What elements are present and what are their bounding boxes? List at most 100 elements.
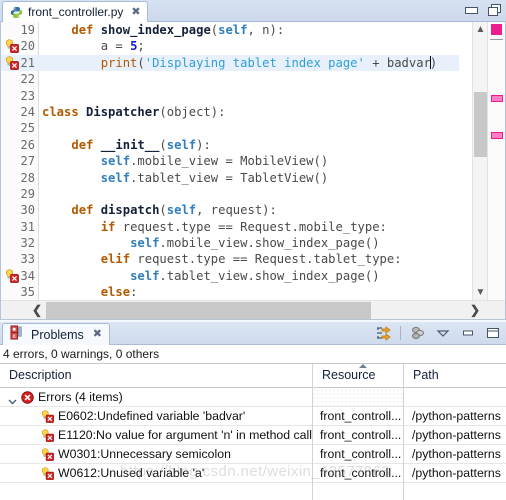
code-line[interactable]: 27 self.mobile_view = MobileView(): [1, 153, 459, 169]
scroll-up-icon[interactable]: ▲: [473, 22, 488, 37]
scroll-down-icon[interactable]: ▼: [473, 285, 488, 300]
column-header-description[interactable]: Description: [0, 364, 312, 387]
code-line[interactable]: 20 a = 5;: [1, 38, 459, 54]
code-text: self.mobile_view.show_index_page(): [130, 236, 380, 251]
problems-view-icon: x: [10, 324, 25, 345]
error-quickfix-icon[interactable]: [4, 39, 21, 54]
editor-window-buttons: [464, 3, 502, 17]
scroll-left-icon[interactable]: ❮: [27, 301, 47, 319]
code-text: self.tablet_view = TabletView(): [100, 170, 329, 185]
line-number: 33: [20, 252, 35, 267]
problems-view: x Problems ✖ 4 errors, 0 warnings, 0 oth…: [0, 322, 506, 500]
line-number: 32: [20, 236, 35, 251]
cell-path: /python-patterns: [412, 447, 501, 461]
code-line[interactable]: 32 self.mobile_view.show_index_page(): [1, 235, 459, 251]
editor-body: 19 def show_index_page(self, n): 20 a = 5…: [0, 22, 506, 320]
line-number: 31: [20, 219, 35, 234]
horizontal-scroll-thumb[interactable]: [46, 302, 371, 319]
view-menu-icon[interactable]: [435, 325, 451, 341]
overview-error-marker[interactable]: [491, 132, 503, 139]
code-line[interactable]: 29: [1, 186, 459, 202]
line-number: 35: [20, 285, 35, 300]
code-text: elif request.type == Request.tablet_type…: [100, 252, 402, 267]
column-header-path[interactable]: Path: [404, 364, 506, 387]
line-number: 19: [20, 23, 35, 37]
code-text: self.mobile_view = MobileView(): [100, 154, 329, 169]
code-line[interactable]: 19 def show_index_page(self, n):: [1, 22, 459, 38]
tab-problems[interactable]: x Problems ✖: [2, 323, 111, 345]
code-text: def dispatch(self, request):: [71, 203, 277, 218]
svg-text:x: x: [12, 332, 16, 339]
table-row[interactable]: W0612:Unused variable 'a' front_controll.…: [0, 464, 506, 483]
group-label: Errors (4 items): [38, 390, 123, 404]
close-icon[interactable]: ✖: [131, 6, 140, 18]
close-icon[interactable]: ✖: [93, 329, 102, 340]
line-number: 30: [20, 203, 35, 218]
sort-ascending-icon: [358, 364, 367, 368]
problems-summary: 4 errors, 0 warnings, 0 others: [0, 345, 506, 363]
code-line[interactable]: 35 else:: [1, 284, 459, 300]
line-number: 29: [20, 186, 35, 201]
problems-toolbar: [375, 325, 501, 341]
code-line[interactable]: 33 elif request.type == Request.tablet_t…: [1, 251, 459, 267]
eclipse-ide-window: front_controller.py ✖ 19 def show_index_…: [0, 0, 506, 500]
maximize-icon[interactable]: [485, 325, 501, 341]
code-line[interactable]: 24 class Dispatcher(object):: [1, 104, 459, 120]
filters-icon[interactable]: [410, 325, 426, 341]
line-number: 28: [20, 170, 35, 185]
table-row[interactable]: E1120:No value for argument 'n' in metho…: [0, 426, 506, 445]
cell-description: E1120:No value for argument 'n' in metho…: [58, 428, 312, 442]
code-line[interactable]: 21 print('Displaying tablet index page' …: [1, 54, 459, 72]
cell-path: /python-patterns: [412, 409, 501, 423]
problems-tab-label: Problems: [31, 327, 84, 342]
overview-error-marker[interactable]: [491, 95, 503, 102]
scroll-right-icon[interactable]: ❯: [465, 301, 485, 319]
code-text: class Dispatcher(object):: [42, 104, 226, 119]
code-line[interactable]: 31 if request.type == Request.mobile_typ…: [1, 219, 459, 235]
line-number: 26: [20, 137, 35, 152]
line-number: 24: [20, 104, 35, 119]
error-quickfix-icon[interactable]: [4, 269, 21, 283]
code-editor[interactable]: 19 def show_index_page(self, n): 20 a = 5…: [1, 22, 459, 300]
code-line[interactable]: 22: [1, 71, 459, 87]
column-grid-line: [403, 364, 404, 500]
vertical-scroll-thumb[interactable]: [474, 92, 487, 157]
cell-path: /python-patterns: [412, 428, 501, 442]
editor-vertical-scrollbar[interactable]: ▲ ▼: [472, 22, 487, 300]
empty-cell-fill: [312, 388, 403, 407]
problems-table-header: Description Resource Path: [0, 364, 506, 388]
code-text: def __init__(self):: [71, 137, 211, 152]
cell-path: /python-patterns: [412, 466, 501, 480]
editor-tab-front-controller[interactable]: front_controller.py ✖: [2, 1, 148, 22]
focus-on-selection-icon[interactable]: [375, 325, 391, 341]
error-quickfix-icon[interactable]: [4, 56, 21, 70]
column-header-resource[interactable]: Resource: [313, 364, 404, 387]
editor-horizontal-scrollbar[interactable]: ❮ ❯: [1, 300, 505, 319]
problems-group-row[interactable]: Errors (4 items): [0, 388, 506, 407]
code-line[interactable]: 30 def dispatch(self, request):: [1, 202, 459, 218]
editor-tab-bar: front_controller.py ✖: [0, 0, 506, 22]
problems-table: Description Resource Path Errors (4 item…: [0, 363, 506, 500]
code-line[interactable]: 23: [1, 88, 459, 104]
code-line[interactable]: 34 self.tablet_view.show_index_page(): [1, 268, 459, 284]
overview-ruler[interactable]: [487, 22, 505, 300]
table-row[interactable]: W0301:Unnecessary semicolon front_control…: [0, 445, 506, 464]
code-lines: 19 def show_index_page(self, n): 20 a = 5…: [1, 22, 459, 300]
code-line[interactable]: 26 def __init__(self):: [1, 137, 459, 153]
maximize-button[interactable]: [488, 3, 502, 17]
cell-resource: front_controll...: [320, 447, 402, 461]
code-line[interactable]: 28 self.tablet_view = TabletView(): [1, 170, 459, 186]
line-number: 27: [20, 154, 35, 169]
editor-part: front_controller.py ✖ 19 def show_index_…: [0, 0, 506, 320]
overview-status-icon[interactable]: [491, 24, 502, 35]
minimize-icon[interactable]: [460, 325, 476, 341]
cell-resource: front_controll...: [320, 428, 402, 442]
code-text: self.tablet_view.show_index_page(): [130, 268, 380, 283]
overview-separator: [490, 39, 503, 40]
table-row[interactable]: E0602:Undefined variable 'badvar' front_c…: [0, 407, 506, 426]
cell-description: E0602:Undefined variable 'badvar': [58, 409, 246, 423]
minimize-button[interactable]: [464, 3, 478, 17]
line-number: 23: [20, 88, 35, 103]
code-line[interactable]: 25: [1, 120, 459, 136]
line-number: 22: [20, 72, 35, 87]
